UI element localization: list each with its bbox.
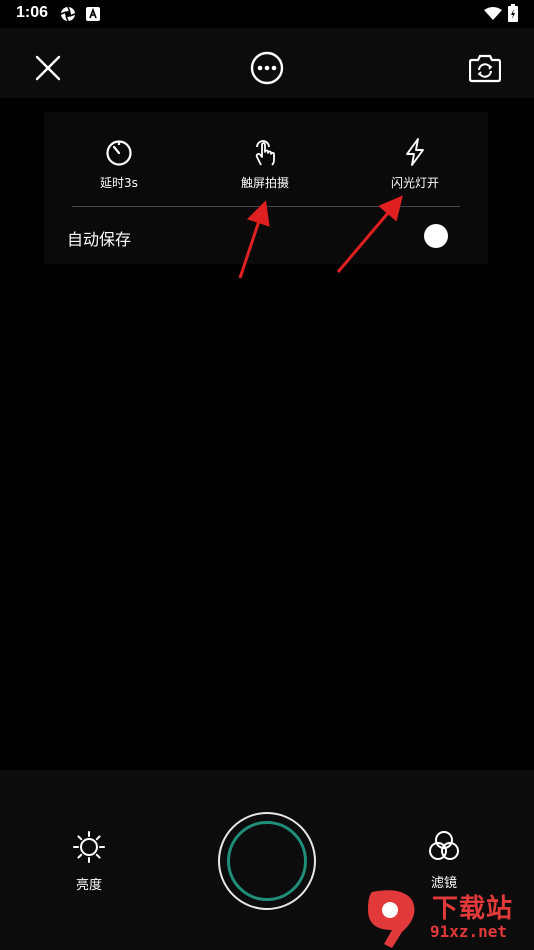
watermark-logo-icon [368,890,415,948]
brightness-button[interactable]: 亮度 [49,830,129,893]
filter-button[interactable]: 滤镜 [404,830,484,891]
arrow-to-touch-capture [238,200,270,279]
shutter-button[interactable] [218,812,316,910]
camera-screen: 1:06 延时3s 触屏拍摄 闪光灯开 自动保存 亮度 滤镜 下载站 91xz.… [0,0,534,950]
filter-icon [429,831,459,860]
watermark-domain: 91xz.net [430,922,508,941]
watermark-text: 下载站 [432,894,514,924]
shutter-inner-ring [227,821,307,901]
arrow-to-flash [336,195,403,273]
site-watermark: 下载站 91xz.net [362,886,534,950]
brightness-icon [73,831,105,863]
brightness-label: 亮度 [75,878,102,893]
